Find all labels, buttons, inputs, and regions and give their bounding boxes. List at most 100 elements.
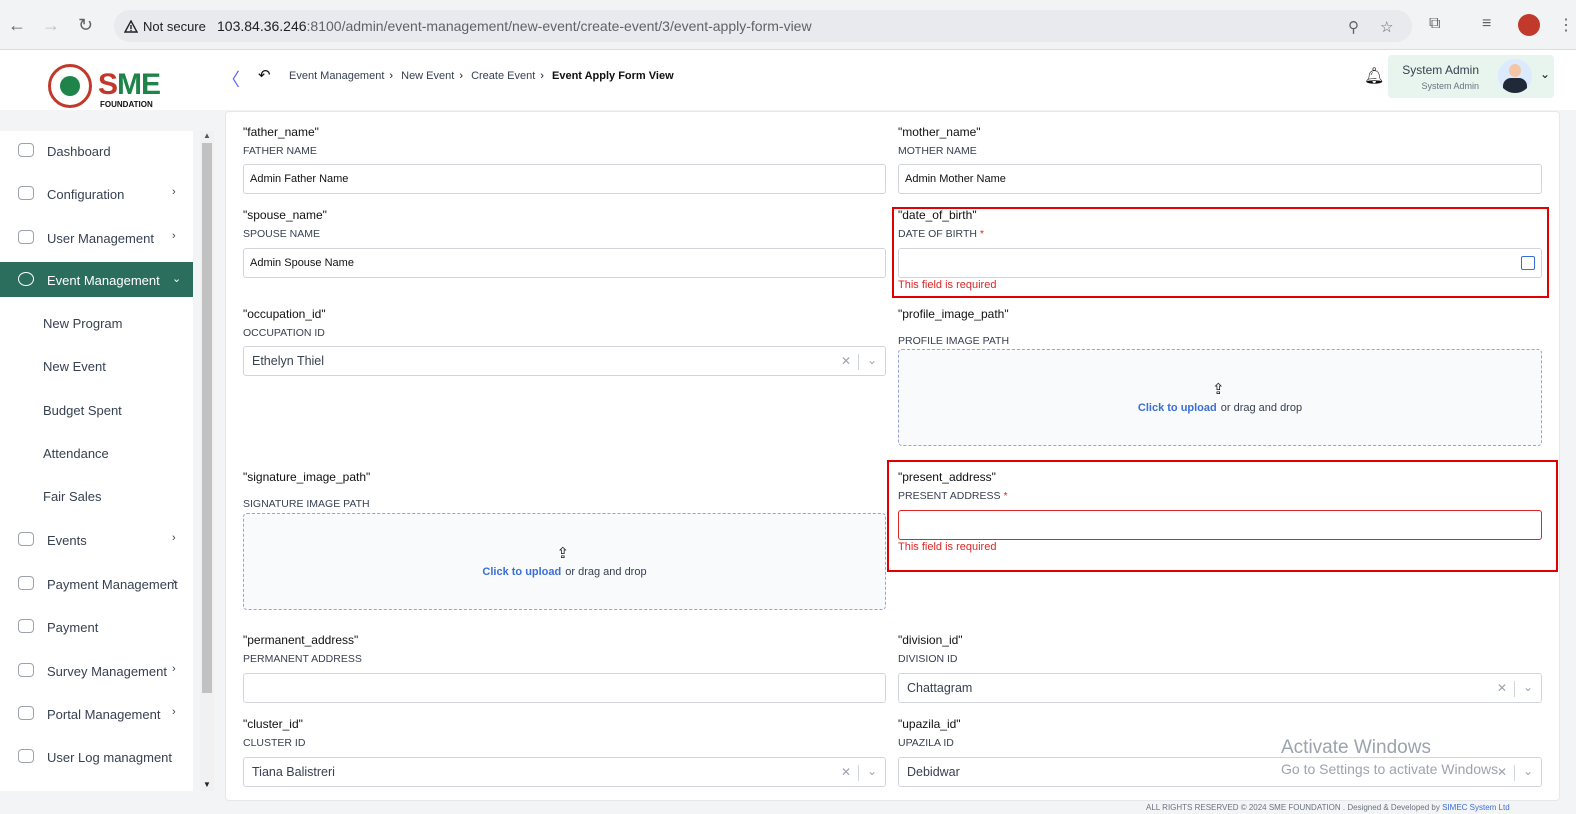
reload-icon[interactable]: ↻ xyxy=(78,15,93,36)
selected-value: Tiana Balistreri xyxy=(252,765,335,779)
user-menu[interactable]: System Admin System Admin ⌄ xyxy=(1388,55,1554,98)
cluster-field: "cluster_id" CLUSTER ID xyxy=(243,717,305,749)
breadcrumb-item[interactable]: Event Management xyxy=(289,70,384,82)
error-message: This field is required xyxy=(898,541,997,553)
click-to-upload-link[interactable]: Click to upload xyxy=(1138,402,1217,414)
chevron-right-icon: › xyxy=(459,70,463,82)
scroll-down-icon[interactable]: ▼ xyxy=(203,780,211,789)
father-name-field: "father_name" FATHER NAME xyxy=(243,125,319,157)
father-name-input[interactable]: Admin Father Name xyxy=(243,164,886,194)
present-address-input[interactable] xyxy=(898,510,1542,540)
sidebar-item-user-management[interactable]: User Management › xyxy=(0,220,193,255)
sidebar: Dashboard Configuration › User Management… xyxy=(0,131,193,791)
clear-icon[interactable]: ✕ xyxy=(841,354,851,368)
upload-cloud-icon: ⇪ xyxy=(556,545,570,562)
sidebar-item-user-log[interactable]: User Log managment xyxy=(0,739,193,774)
sidebar-subitem-new-event[interactable]: New Event xyxy=(43,359,106,374)
breadcrumb-item[interactable]: Create Event xyxy=(471,70,535,82)
field-key: "cluster_id" xyxy=(243,717,303,731)
sidebar-subitem-attendance[interactable]: Attendance xyxy=(43,446,109,461)
sidebar-item-dashboard[interactable]: Dashboard xyxy=(0,133,193,168)
occupation-select[interactable]: Ethelyn Thiel ✕ ⌄ xyxy=(243,346,886,376)
permanent-address-input[interactable] xyxy=(243,673,886,703)
sidebar-item-survey-management[interactable]: Survey Management › xyxy=(0,653,193,688)
breadcrumb-item[interactable]: New Event xyxy=(401,70,454,82)
division-select[interactable]: Chattagram ✕ ⌄ xyxy=(898,673,1542,703)
logo-foundation-text: FOUNDATION xyxy=(100,100,153,109)
forward-arrow-icon[interactable]: → xyxy=(42,15,60,36)
collapse-sidebar-icon[interactable]: 〈 xyxy=(222,66,240,92)
upload-cloud-icon: ⇪ xyxy=(1212,381,1225,398)
field-key: "upazila_id" xyxy=(898,717,961,731)
scrollbar-thumb[interactable] xyxy=(202,143,212,693)
signature-image-dropzone[interactable]: ⇪ Click to upload or drag and drop xyxy=(243,513,886,610)
present-address-field: "present_address" PRESENT ADDRESS * xyxy=(898,470,1008,502)
field-key: "mother_name" xyxy=(898,125,981,139)
address-bar[interactable]: Not secure 103.84.36.246:8100/admin/even… xyxy=(114,10,1412,42)
sme-foundation-logo[interactable]: SME FOUNDATION xyxy=(48,64,163,110)
url-text[interactable]: 103.84.36.246:8100/admin/event-managemen… xyxy=(217,18,812,34)
sidebar-item-configuration[interactable]: Configuration › xyxy=(0,176,193,211)
spouse-name-input[interactable]: Admin Spouse Name xyxy=(243,248,886,278)
chevron-down-icon[interactable]: ⌄ xyxy=(1523,680,1533,694)
division-field: "division_id" DIVISION ID xyxy=(898,633,963,665)
back-icon[interactable]: ↶ xyxy=(258,66,271,84)
kebab-menu-icon[interactable]: ⋮ xyxy=(1558,15,1574,35)
windows-activation-subtitle: Go to Settings to activate Windows. xyxy=(1281,761,1502,777)
lock-icon xyxy=(18,272,34,286)
sidebar-subitem-fair-sales[interactable]: Fair Sales xyxy=(43,489,102,504)
profile-avatar-icon[interactable] xyxy=(1518,14,1540,36)
scroll-up-icon[interactable]: ▲ xyxy=(203,131,211,140)
sidebar-scrollbar[interactable]: ▲ ▼ xyxy=(200,131,214,791)
zoom-icon[interactable]: ⚲ xyxy=(1348,18,1359,36)
security-indicator[interactable]: Not secure xyxy=(124,18,206,34)
mother-name-input[interactable]: Admin Mother Name xyxy=(898,164,1542,194)
user-name: System Admin xyxy=(1402,63,1479,77)
divider xyxy=(1514,765,1515,781)
tab-search-icon[interactable]: ≡ xyxy=(1482,15,1491,33)
field-label: FATHER NAME xyxy=(243,145,317,157)
divider xyxy=(858,354,859,370)
cluster-select[interactable]: Tiana Balistreri ✕ ⌄ xyxy=(243,757,886,787)
chevron-right-icon: › xyxy=(172,576,176,588)
chevron-right-icon: › xyxy=(172,186,176,198)
clear-icon[interactable]: ✕ xyxy=(1497,681,1507,695)
sidebar-item-portal-management[interactable]: Portal Management › xyxy=(0,696,193,731)
user-avatar xyxy=(1498,59,1532,93)
field-label: UPAZILA ID xyxy=(898,737,954,749)
notification-bell-icon[interactable]: 🔔︎ xyxy=(1364,66,1384,86)
sidebar-item-event-management[interactable]: Event Management ⌄ xyxy=(0,262,193,297)
calendar-icon[interactable] xyxy=(1521,256,1535,270)
profile-image-dropzone[interactable]: ⇪ Click to upload or drag and drop xyxy=(898,349,1542,446)
chevron-down-icon[interactable]: ⌄ xyxy=(867,353,877,367)
chevron-down-icon[interactable]: ⌄ xyxy=(1523,764,1533,778)
clear-icon[interactable]: ✕ xyxy=(841,765,851,779)
sidebar-subitem-new-program[interactable]: New Program xyxy=(43,316,122,331)
field-label: DIVISION ID xyxy=(898,653,958,665)
sidebar-item-payment[interactable]: Payment xyxy=(0,609,193,644)
field-label: OCCUPATION ID xyxy=(243,327,325,339)
chevron-right-icon: › xyxy=(540,70,544,82)
divider xyxy=(858,765,859,781)
field-key: "father_name" xyxy=(243,125,319,139)
extensions-icon[interactable]: ⧉ xyxy=(1429,15,1440,33)
payment-icon xyxy=(18,576,34,590)
click-to-upload-link[interactable]: Click to upload xyxy=(482,566,561,578)
sidebar-item-events[interactable]: Events › xyxy=(0,522,193,557)
payment-icon xyxy=(18,619,34,633)
bookmark-star-icon[interactable]: ☆ xyxy=(1380,18,1393,36)
browser-toolbar: ← → ↻ Not secure 103.84.36.246:8100/admi… xyxy=(0,0,1576,50)
sidebar-subitem-budget-spent[interactable]: Budget Spent xyxy=(43,403,122,418)
permanent-address-field: "permanent_address" PERMANENT ADDRESS xyxy=(243,633,362,665)
field-key: "profile_image_path" xyxy=(898,307,1009,321)
chevron-down-icon[interactable]: ⌄ xyxy=(1540,67,1550,81)
windows-activation-title: Activate Windows xyxy=(1281,737,1431,758)
chevron-down-icon[interactable]: ⌄ xyxy=(867,764,877,778)
upazila-field: "upazila_id" UPAZILA ID xyxy=(898,717,961,749)
required-marker: * xyxy=(979,228,984,240)
back-arrow-icon[interactable]: ← xyxy=(8,15,26,36)
developer-link[interactable]: SIMEC System Ltd xyxy=(1442,803,1510,812)
sidebar-item-payment-management[interactable]: Payment Management › xyxy=(0,566,193,601)
date-of-birth-input[interactable] xyxy=(898,248,1542,278)
field-key: "permanent_address" xyxy=(243,633,359,647)
